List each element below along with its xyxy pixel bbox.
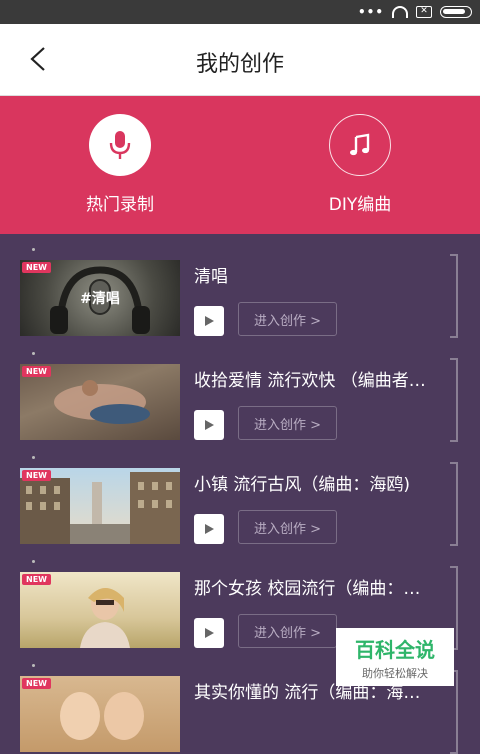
play-button[interactable] [194,306,224,336]
sim-icon: ✕ [416,6,432,18]
bullet-dot [32,560,35,563]
song-title[interactable]: 那个女孩 校园流行（编曲：… [194,574,444,599]
thumb-caption: #清唱 [80,291,120,307]
watermark-logo: 百科全说 助你轻松解决 [336,628,454,686]
song-title[interactable]: 收拾爱情 流行欢快 （编曲者… [194,366,444,391]
music-note-icon [350,133,370,156]
enter-create-button[interactable]: 进入创作 > [238,614,337,648]
song-thumbnail[interactable]: #清唱 NEW [20,260,180,336]
diy-arrange-label: DIY编曲 [328,195,392,215]
play-icon [205,420,214,430]
battery-icon [440,6,472,18]
enter-create-button[interactable]: 进入创作 > [238,510,337,544]
play-button[interactable] [194,618,224,648]
new-badge: NEW [22,470,51,481]
song-title[interactable]: 小镇 流行古风（编曲：海鸥) [194,470,444,495]
side-bracket [450,254,458,338]
app-header: 我的创作 [0,24,480,96]
song-thumbnail[interactable]: NEW [20,572,180,648]
new-badge: NEW [22,366,51,377]
play-icon [205,524,214,534]
hot-record-label: 热门录制 [86,195,154,215]
list-item[interactable]: NEW 小镇 流行古风（编曲：海鸥) 进入创作 > [0,442,480,546]
song-thumbnail[interactable]: NEW [20,468,180,544]
side-bracket [450,462,458,546]
enter-create-button[interactable]: 进入创作 > [238,406,337,440]
new-badge: NEW [22,574,51,585]
watermark-title: 百科全说 [355,638,435,662]
bullet-dot [32,352,35,355]
new-badge: NEW [22,678,51,689]
bullet-dot [32,248,35,251]
song-thumbnail[interactable]: NEW [20,364,180,440]
more-dots-icon: ••• [357,5,384,19]
list-item[interactable]: #清唱 NEW 清唱 进入创作 > [0,234,480,338]
new-badge: NEW [22,262,51,273]
list-item[interactable]: NEW 收拾爱情 流行欢快 （编曲者… 进入创作 > [0,338,480,442]
category-banner: 热门录制 DIY编曲 [0,96,480,234]
side-bracket [450,358,458,442]
play-icon [205,628,214,638]
bullet-dot [32,456,35,459]
play-icon [205,316,214,326]
enter-create-button[interactable]: 进入创作 > [238,302,337,336]
page-title: 我的创作 [195,52,284,77]
watermark-subtitle: 助你轻松解决 [362,667,428,680]
play-button[interactable] [194,514,224,544]
wifi-icon [392,6,408,18]
play-button[interactable] [194,410,224,440]
diy-arrange-button[interactable]: DIY编曲 [290,114,430,215]
microphone-icon [109,131,131,159]
bullet-dot [32,664,35,667]
song-thumbnail[interactable]: NEW [20,676,180,752]
hot-record-button[interactable]: 热门录制 [50,114,190,215]
status-bar: ••• ✕ [0,0,480,24]
song-title[interactable]: 清唱 [194,262,444,287]
